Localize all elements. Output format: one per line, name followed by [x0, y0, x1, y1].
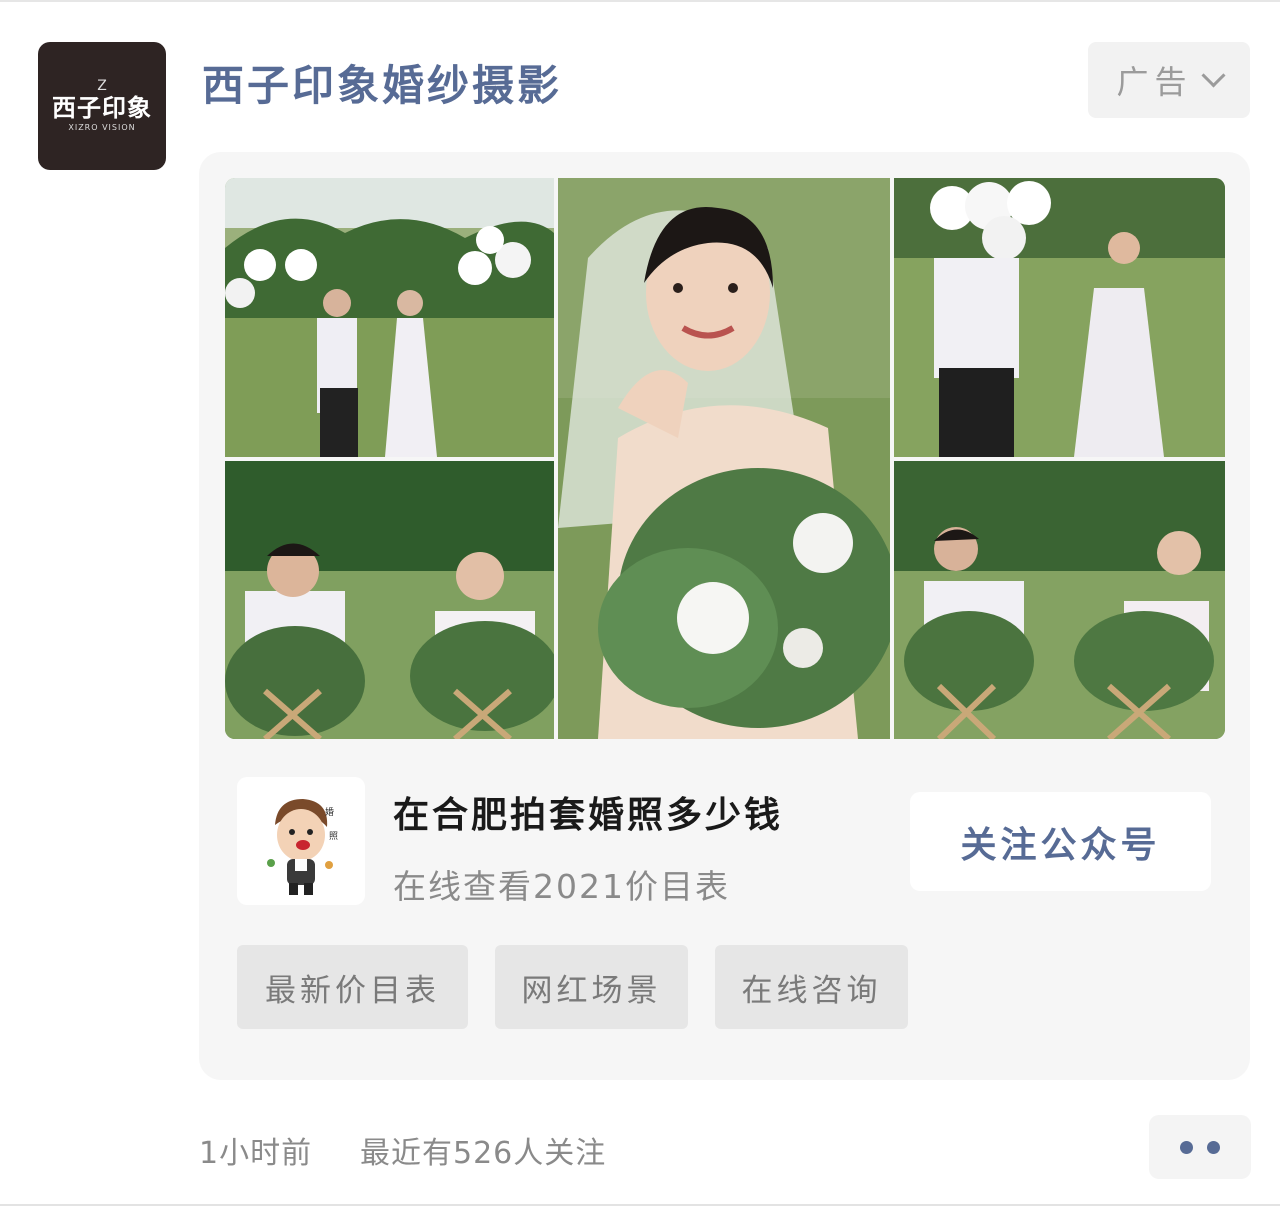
top-divider: [0, 0, 1280, 2]
ad-subtitle[interactable]: 在线查看2021价目表: [393, 860, 730, 908]
chevron-down-icon: [1200, 62, 1226, 88]
avatar-logo-subtext: XIZRO VISION: [68, 123, 136, 132]
tag-popular-scenes[interactable]: 网红场景: [495, 945, 688, 1029]
post-time: 1小时前: [199, 1136, 313, 1171]
avatar-logo-mark: Z: [97, 78, 107, 94]
ad-thumbnail[interactable]: 婚 照: [237, 777, 365, 905]
account-name[interactable]: 西子印象婚纱摄影: [202, 52, 562, 113]
ad-menu-button[interactable]: 广告: [1088, 42, 1250, 118]
svg-text:照: 照: [329, 831, 338, 842]
more-dots-icon: [1180, 1140, 1193, 1154]
cartoon-avatar-icon: 婚 照: [267, 799, 338, 895]
ad-card[interactable]: 婚 照 在合肥拍套婚照多少钱 在线查看2021价目表 关注公众号 最新价目表 网…: [199, 152, 1250, 1080]
avatar-logo-text: 西子印象: [52, 94, 152, 122]
account-avatar[interactable]: Z 西子印象 XIZRO VISION: [38, 42, 166, 170]
bottom-divider: [0, 1204, 1280, 1206]
ad-label: 广告: [1116, 63, 1193, 101]
recent-followers: 最近有526人关注: [360, 1136, 607, 1171]
photo-couple-goggles[interactable]: [225, 461, 554, 739]
more-dots-icon: [1207, 1140, 1220, 1154]
photo-couple-chairs[interactable]: [894, 461, 1225, 739]
tag-latest-price-list[interactable]: 最新价目表: [237, 945, 468, 1029]
follow-account-button[interactable]: 关注公众号: [910, 792, 1211, 891]
photo-bride-closeup[interactable]: [558, 178, 890, 739]
more-options-button[interactable]: [1149, 1115, 1251, 1179]
tag-online-consult[interactable]: 在线咨询: [715, 945, 908, 1029]
photo-couple-balloons[interactable]: [225, 178, 554, 457]
photo-couple-laughing[interactable]: [894, 178, 1225, 457]
photo-gallery[interactable]: [225, 178, 1225, 739]
ad-title[interactable]: 在合肥拍套婚照多少钱: [393, 786, 783, 838]
svg-text:婚: 婚: [325, 806, 334, 818]
